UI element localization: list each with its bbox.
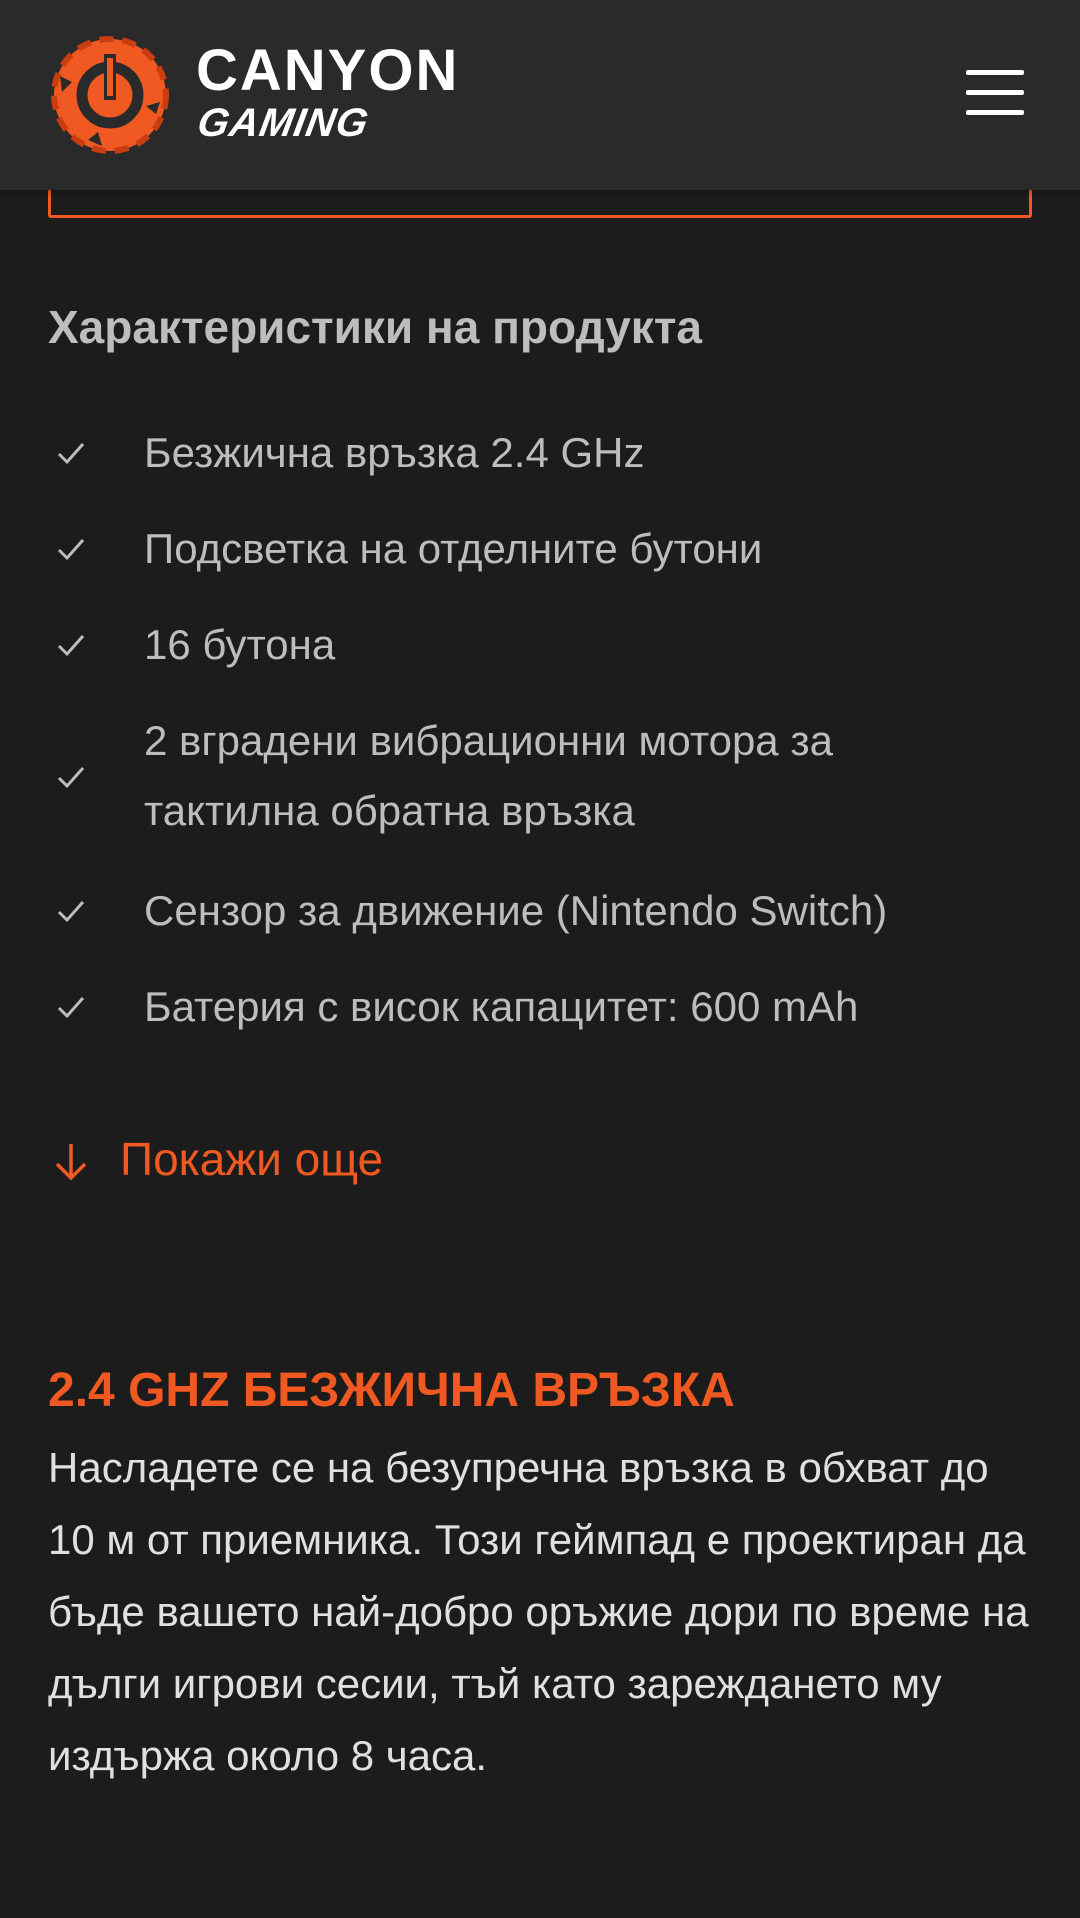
feature-text: Батерия с висок капацитет: 600 mAh bbox=[144, 983, 859, 1030]
check-icon bbox=[56, 896, 86, 926]
arrow-down-icon bbox=[54, 1142, 88, 1182]
feature-text: 2 вградени вибрационни мотора за тактилн… bbox=[144, 717, 833, 834]
check-icon bbox=[56, 762, 86, 792]
check-icon bbox=[56, 992, 86, 1022]
feature-item: Сензор за движение (Nintendo Switch) bbox=[48, 876, 1048, 946]
features-title: Характеристики на продукта bbox=[48, 301, 702, 353]
menu-button[interactable] bbox=[962, 68, 1026, 118]
feature-text: Подсветка на отделните бутони bbox=[144, 525, 763, 572]
feature-item: Подсветка на отделните бутони bbox=[48, 514, 1048, 584]
feature-item: 2 вградени вибрационни мотора за тактилн… bbox=[48, 706, 1048, 846]
feature-text: 16 бутона bbox=[144, 621, 336, 668]
check-icon bbox=[56, 438, 86, 468]
brand-subname[interactable]: GAMING bbox=[194, 100, 373, 146]
show-more-button[interactable]: Покажи още bbox=[48, 1124, 468, 1194]
feature-text: Безжична връзка 2.4 GHz bbox=[144, 429, 645, 476]
check-icon bbox=[56, 630, 86, 660]
canyon-gaming-logo-icon[interactable] bbox=[48, 36, 172, 154]
show-more-label: Покажи още bbox=[120, 1133, 384, 1185]
promo-text: Насладете се на безупречна връзка в обхв… bbox=[48, 1444, 1029, 1779]
feature-item: 16 бутона bbox=[48, 610, 1048, 680]
feature-item: Безжична връзка 2.4 GHz bbox=[48, 418, 1048, 488]
feature-text: Сензор за движение (Nintendo Switch) bbox=[144, 887, 888, 934]
feature-item: Батерия с висок капацитет: 600 mAh bbox=[48, 972, 1048, 1042]
brand-name[interactable]: CANYON bbox=[196, 36, 459, 106]
promo-title: 2.4 GHZ БЕЗЖИЧНА ВРЪЗКА bbox=[48, 1364, 735, 1417]
site-header: CANYON GAMING bbox=[0, 0, 1080, 190]
check-icon bbox=[56, 534, 86, 564]
